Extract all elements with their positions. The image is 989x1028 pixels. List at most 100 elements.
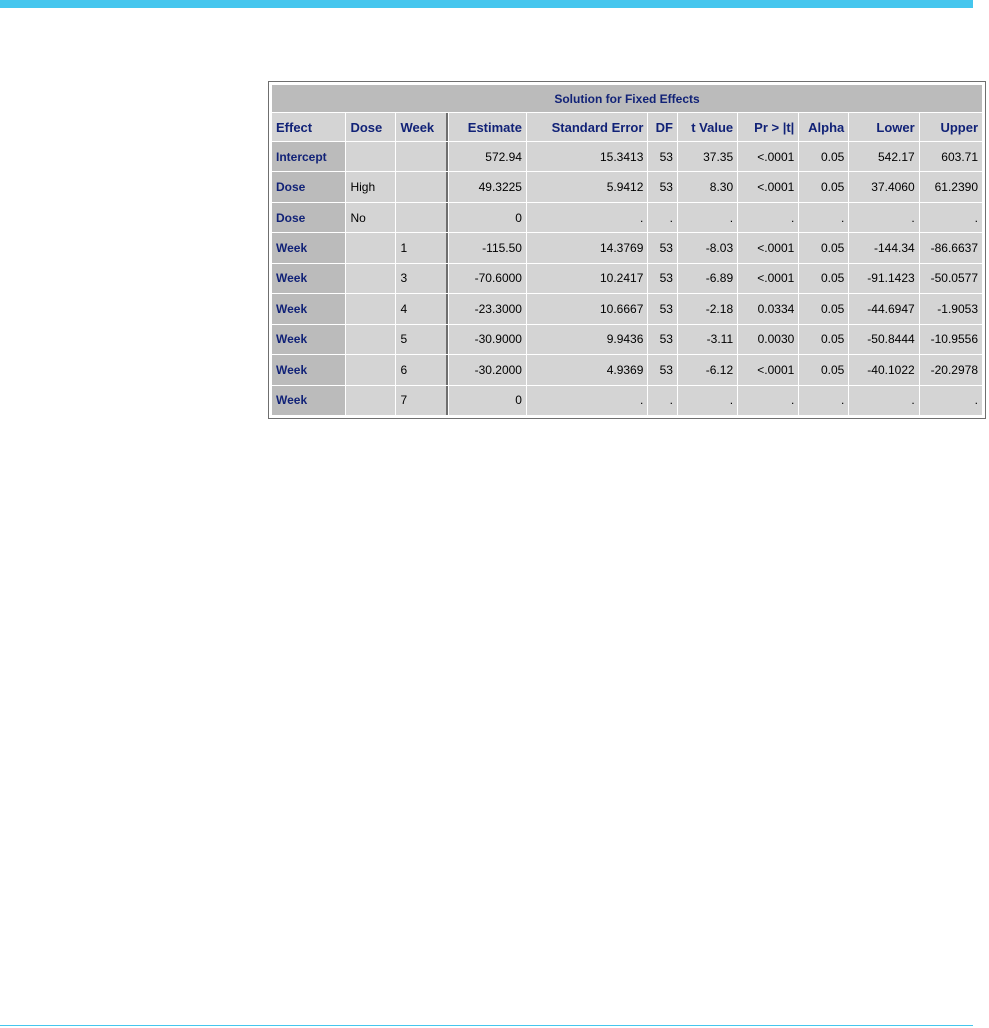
p-value-cell: . (738, 385, 799, 415)
table-row: Week 5 -30.9000 9.9436 53 -3.11 0.0030 0… (272, 324, 982, 355)
lower-cell: -91.1423 (849, 263, 919, 294)
standard-error-cell: 15.3413 (526, 142, 648, 172)
df-cell: 53 (648, 263, 677, 294)
week-cell (396, 172, 449, 202)
t-value-cell: -6.12 (677, 355, 738, 385)
df-cell: 53 (648, 355, 677, 385)
week-cell: 5 (396, 324, 449, 355)
standard-error-cell: 4.9369 (526, 355, 648, 385)
p-value-cell: . (738, 202, 799, 233)
p-value-cell: <.0001 (738, 355, 799, 385)
alpha-cell: 0.05 (799, 355, 849, 385)
table-row: Week 4 -23.3000 10.6667 53 -2.18 0.0334 … (272, 294, 982, 324)
standard-error-cell: 9.9436 (526, 324, 648, 355)
effect-cell: Dose (272, 172, 346, 202)
effect-cell: Week (272, 233, 346, 263)
df-cell: 53 (648, 142, 677, 172)
t-value-cell: -3.11 (677, 324, 738, 355)
t-value-cell: -6.89 (677, 263, 738, 294)
column-header-estimate: Estimate (449, 113, 526, 141)
table-row: Intercept 572.94 15.3413 53 37.35 <.0001… (272, 142, 982, 172)
alpha-cell: 0.05 (799, 142, 849, 172)
column-header-dose: Dose (346, 113, 396, 141)
column-header-upper: Upper (919, 113, 982, 141)
estimate-cell: -30.2000 (449, 355, 526, 385)
lower-cell: . (849, 385, 919, 415)
dose-cell: No (346, 202, 396, 233)
estimate-cell: 572.94 (449, 142, 526, 172)
upper-cell: 61.2390 (919, 172, 982, 202)
df-cell: 53 (648, 324, 677, 355)
column-header-lower: Lower (849, 113, 919, 141)
upper-cell: -20.2978 (919, 355, 982, 385)
standard-error-cell: . (526, 202, 648, 233)
t-value-cell: 37.35 (677, 142, 738, 172)
p-value-cell: <.0001 (738, 263, 799, 294)
column-header-row: Effect Dose Week Estimate Standard Error… (272, 113, 982, 141)
effect-cell: Dose (272, 202, 346, 233)
week-cell: 3 (396, 263, 449, 294)
fixed-effects-table-frame: Solution for Fixed Effects Effect Dose W… (268, 81, 986, 419)
table-row: Week 1 -115.50 14.3769 53 -8.03 <.0001 0… (272, 233, 982, 263)
upper-cell: 603.71 (919, 142, 982, 172)
bottom-accent-rule (0, 1025, 973, 1026)
standard-error-cell: 10.2417 (526, 263, 648, 294)
week-cell: 6 (396, 355, 449, 385)
dose-cell (346, 142, 396, 172)
estimate-cell: -30.9000 (449, 324, 526, 355)
lower-cell: 37.4060 (849, 172, 919, 202)
column-header-t-value: t Value (677, 113, 738, 141)
df-cell: . (648, 385, 677, 415)
week-cell (396, 142, 449, 172)
column-header-pr-t: Pr > |t| (738, 113, 799, 141)
dose-cell (346, 263, 396, 294)
column-header-standard-error: Standard Error (526, 113, 648, 141)
column-header-df: DF (648, 113, 677, 141)
lower-cell: -44.6947 (849, 294, 919, 324)
table-body: Intercept 572.94 15.3413 53 37.35 <.0001… (272, 142, 982, 415)
fixed-effects-table: Solution for Fixed Effects Effect Dose W… (271, 84, 983, 416)
df-cell: 53 (648, 172, 677, 202)
p-value-cell: <.0001 (738, 172, 799, 202)
df-cell: . (648, 202, 677, 233)
table-row: Week 3 -70.6000 10.2417 53 -6.89 <.0001 … (272, 263, 982, 294)
lower-cell: -144.34 (849, 233, 919, 263)
t-value-cell: 8.30 (677, 172, 738, 202)
effect-cell: Week (272, 385, 346, 415)
upper-cell: . (919, 202, 982, 233)
lower-cell: -40.1022 (849, 355, 919, 385)
column-header-alpha: Alpha (799, 113, 849, 141)
upper-cell: -1.9053 (919, 294, 982, 324)
estimate-cell: 0 (449, 385, 526, 415)
dose-cell (346, 233, 396, 263)
df-cell: 53 (648, 233, 677, 263)
standard-error-cell: . (526, 385, 648, 415)
standard-error-cell: 10.6667 (526, 294, 648, 324)
upper-cell: -10.9556 (919, 324, 982, 355)
t-value-cell: . (677, 385, 738, 415)
table-title: Solution for Fixed Effects (272, 85, 982, 112)
week-cell: 7 (396, 385, 449, 415)
df-cell: 53 (648, 294, 677, 324)
alpha-cell: 0.05 (799, 324, 849, 355)
effect-cell: Week (272, 355, 346, 385)
p-value-cell: 0.0030 (738, 324, 799, 355)
estimate-cell: -115.50 (449, 233, 526, 263)
column-header-effect: Effect (272, 113, 346, 141)
dose-cell (346, 294, 396, 324)
effect-cell: Week (272, 294, 346, 324)
p-value-cell: <.0001 (738, 233, 799, 263)
effect-cell: Week (272, 324, 346, 355)
alpha-cell: 0.05 (799, 294, 849, 324)
effect-cell: Intercept (272, 142, 346, 172)
week-cell: 1 (396, 233, 449, 263)
alpha-cell: 0.05 (799, 172, 849, 202)
alpha-cell: 0.05 (799, 233, 849, 263)
t-value-cell: . (677, 202, 738, 233)
dose-cell (346, 324, 396, 355)
table-row: Dose No 0 . . . . . . . (272, 202, 982, 233)
lower-cell: 542.17 (849, 142, 919, 172)
column-header-week: Week (396, 113, 449, 141)
effect-cell: Week (272, 263, 346, 294)
dose-cell: High (346, 172, 396, 202)
